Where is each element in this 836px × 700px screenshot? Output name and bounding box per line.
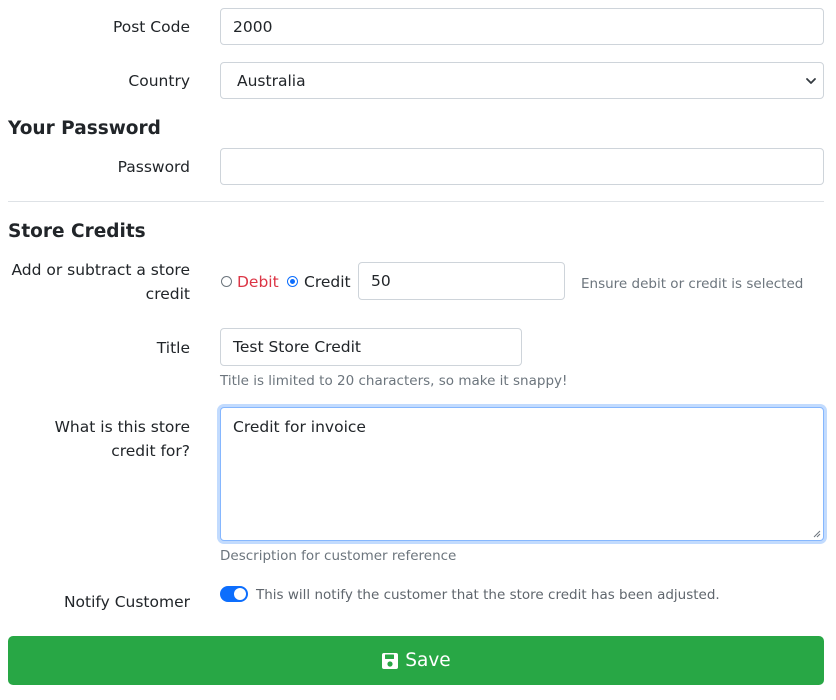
save-button[interactable]: Save <box>8 636 824 685</box>
debit-radio[interactable] <box>221 276 232 287</box>
notify-toggle[interactable] <box>220 586 248 602</box>
title-help-text: Title is limited to 20 characters, so ma… <box>220 373 568 389</box>
save-button-label: Save <box>405 650 451 671</box>
country-value: Australia <box>237 71 306 90</box>
description-label: What is this store credit for? <box>54 418 190 460</box>
customer-form: Post Code 2000 Country Australia Your Pa… <box>0 0 836 700</box>
chevron-down-icon <box>806 78 816 84</box>
title-value: Test Store Credit <box>233 338 361 356</box>
credit-amount-value: 50 <box>371 272 391 290</box>
notify-help-text: This will notify the customer that the s… <box>256 587 720 603</box>
notify-label: Notify Customer <box>63 593 190 611</box>
adjust-credit-label: Add or subtract a store credit <box>11 261 190 303</box>
postcode-value: 2000 <box>233 17 273 36</box>
store-credits-title: Store Credits <box>8 221 146 242</box>
password-label: Password <box>117 158 190 176</box>
credit-radio[interactable] <box>287 276 298 287</box>
section-divider <box>8 201 824 202</box>
credit-amount-input[interactable]: 50 <box>358 262 565 300</box>
password-input[interactable] <box>220 148 824 185</box>
country-select[interactable]: Australia <box>220 62 824 99</box>
resize-handle-icon[interactable] <box>813 530 821 538</box>
country-label: Country <box>128 72 190 90</box>
title-label: Title <box>156 339 190 357</box>
postcode-label: Post Code <box>112 18 190 36</box>
description-value: Credit for invoice <box>233 418 366 436</box>
description-textarea[interactable]: Credit for invoice <box>220 407 824 541</box>
postcode-input[interactable]: 2000 <box>220 8 824 45</box>
description-help-text: Description for customer reference <box>220 548 457 564</box>
password-section-title: Your Password <box>8 118 161 139</box>
credit-label[interactable]: Credit <box>304 270 351 294</box>
floppy-disk-icon <box>382 652 399 669</box>
debit-label[interactable]: Debit <box>237 270 279 294</box>
adjust-help-text: Ensure debit or credit is selected <box>581 276 804 292</box>
title-input[interactable]: Test Store Credit <box>220 328 522 366</box>
